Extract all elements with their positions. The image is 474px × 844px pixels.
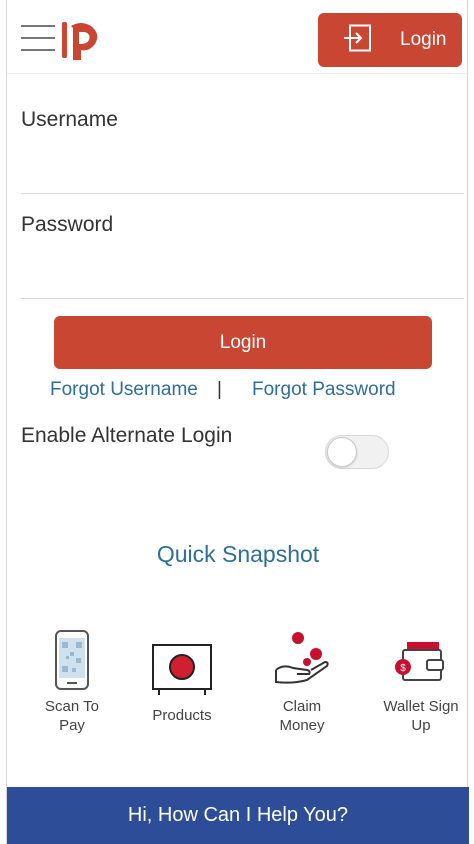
scan-to-pay-label-line2: Pay	[59, 717, 85, 734]
header-login-button[interactable]: Login	[318, 13, 462, 67]
wallet-sign-up-item[interactable]: $ Wallet Sign Up	[366, 630, 474, 740]
phone-qr-icon	[55, 630, 89, 690]
scan-to-pay-item[interactable]: Scan To Pay	[17, 630, 127, 740]
scan-to-pay-label-line1: Scan To	[45, 698, 99, 715]
alternate-login-toggle[interactable]	[325, 435, 389, 469]
claim-money-label-line1: Claim	[282, 698, 322, 715]
alternate-login-label: Enable Alternate Login	[21, 424, 233, 447]
wallet-icon: $	[395, 642, 444, 681]
wallet-sign-up-label-line1: Wallet Sign	[383, 698, 459, 715]
wallet-sign-up-label-line2: Up	[411, 717, 431, 734]
products-icon	[152, 644, 212, 695]
help-chat-bar[interactable]: Hi, How Can I Help You?	[7, 787, 469, 844]
login-button[interactable]: Login	[54, 316, 432, 369]
claim-money-item[interactable]: Claim Money	[247, 630, 357, 740]
forgot-username-link[interactable]: Forgot Username	[50, 379, 198, 401]
forgot-password-link[interactable]: Forgot Password	[252, 379, 396, 401]
claim-money-label-line2: Money	[279, 717, 325, 734]
username-label: Username	[21, 108, 118, 131]
app-screen: Login Username Password Login Forgot Use…	[6, 0, 469, 844]
link-separator: |	[217, 379, 222, 400]
products-label: Products	[152, 707, 212, 724]
password-field[interactable]	[21, 253, 464, 293]
toggle-knob	[327, 437, 357, 467]
quick-snapshot-title: Quick Snapshot	[156, 541, 320, 567]
username-underline	[21, 193, 464, 194]
products-item[interactable]: Products	[127, 630, 237, 740]
header-login-label: Login	[400, 29, 447, 50]
password-label: Password	[21, 213, 114, 236]
username-field[interactable]	[21, 148, 464, 188]
hand-coins-icon	[275, 632, 329, 684]
login-icon	[344, 24, 371, 52]
svg-text:$: $	[400, 663, 406, 674]
brand-logo	[62, 22, 98, 60]
top-bar: Login	[7, 0, 469, 74]
password-underline	[21, 298, 464, 299]
hamburger-menu-icon[interactable]	[21, 25, 55, 55]
